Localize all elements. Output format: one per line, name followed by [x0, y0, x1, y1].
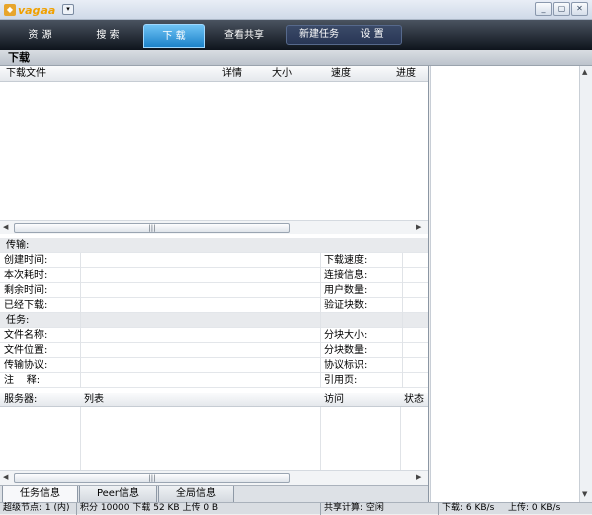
elapsed-label: 本次耗时: [4, 270, 48, 281]
info-divider [80, 253, 81, 388]
tab-download[interactable]: 下 载 [143, 24, 205, 48]
scroll-thumb[interactable]: ||| [14, 223, 290, 233]
title-bar: ◆ vagaa ▾ _ ▢ ✕ [0, 0, 592, 20]
points-status: 积分 10000 下载 52 KB 上传 0 B [80, 503, 219, 513]
task-group-row: 任务: [0, 313, 428, 328]
task-group-label: 任务: [6, 315, 30, 326]
server-list-header: 服务器: 列表 访问 状态 [0, 393, 428, 407]
block-size-label: 分块大小: [324, 330, 368, 341]
transfer-group-label: 传输: [6, 240, 30, 251]
protocol-label: 传输协议: [4, 360, 48, 371]
scroll-left-icon[interactable]: ◀ [3, 223, 8, 231]
col-access[interactable]: 访问 [324, 393, 344, 407]
file-name-label: 文件名称: [4, 330, 48, 341]
col-server[interactable]: 服务器: [4, 393, 37, 407]
transfer-group-row: 传输: [0, 238, 428, 253]
super-nodes-status: 超级节点: 1 (内) [3, 503, 70, 513]
verified-label: 验证块数: [324, 300, 368, 311]
main-menu-button[interactable]: ▾ [62, 4, 74, 15]
scroll-up-icon[interactable]: ▲ [582, 68, 587, 76]
col-file[interactable]: 下载文件 [6, 66, 46, 82]
col-status[interactable]: 状态 [404, 393, 424, 407]
scroll-right-icon[interactable]: ▶ [416, 223, 421, 231]
server-divider [400, 407, 401, 470]
status-divider [320, 503, 321, 515]
server-divider [80, 407, 81, 470]
scroll-left-icon[interactable]: ◀ [3, 473, 8, 481]
tab-search[interactable]: 搜 索 [84, 24, 132, 48]
share-status: 共享计算: 空闲 [324, 503, 384, 513]
col-detail[interactable]: 详情 [222, 66, 242, 82]
status-divider [438, 503, 439, 515]
protocol-id-label: 协议标识: [324, 360, 368, 371]
tab-view-share[interactable]: 查看共享 [212, 24, 276, 48]
col-list[interactable]: 列表 [84, 393, 104, 407]
app-logo: ◆ vagaa [4, 2, 55, 18]
close-button[interactable]: ✕ [571, 2, 588, 16]
downloaded-label: 已经下载: [4, 300, 48, 311]
vagaa-logo-icon: ◆ [4, 4, 16, 16]
dl-speed-label: 下载速度: [324, 255, 368, 266]
created-label: 创建时间: [4, 255, 48, 266]
info-divider [320, 253, 321, 388]
note-label: 注 释: [4, 375, 41, 386]
file-location-label: 文件位置: [4, 345, 48, 356]
main-toolbar: 资 源 搜 索 下 载 查看共享 新建任务 设 置 [0, 20, 592, 50]
download-hscroll[interactable]: ◀ ||| ▶ [0, 220, 428, 234]
server-list[interactable] [0, 407, 428, 470]
download-list-header: 下载文件 详情 大小 速度 进度 [0, 66, 428, 82]
tab-global-info[interactable]: 全局信息 [158, 486, 234, 503]
section-title: 下载 [0, 50, 592, 66]
logo-text: vagaa [18, 3, 56, 17]
connection-label: 连接信息: [324, 270, 368, 281]
info-divider [402, 253, 403, 388]
task-info-panel: 传输: 创建时间: 下载速度: 本次耗时: 连接信息: 剩余时间: 用户数量: 已经下… [0, 238, 428, 405]
download-list[interactable] [0, 82, 428, 220]
side-panel [430, 66, 579, 502]
status-divider [76, 503, 77, 515]
new-task-button[interactable]: 新建任务 [292, 25, 346, 45]
scroll-thumb[interactable]: ||| [14, 473, 290, 483]
restore-button[interactable]: ▢ [553, 2, 570, 16]
minimize-button[interactable]: _ [535, 2, 552, 16]
scroll-down-icon[interactable]: ▼ [582, 490, 587, 498]
col-speed[interactable]: 速度 [331, 66, 351, 82]
tab-task-info[interactable]: 任务信息 [2, 486, 78, 503]
referer-label: 引用页: [324, 375, 358, 386]
side-vscroll[interactable]: ▲ ▼ [579, 66, 592, 502]
server-divider [320, 407, 321, 470]
tab-resources[interactable]: 资 源 [16, 24, 64, 48]
scroll-right-icon[interactable]: ▶ [416, 473, 421, 481]
tab-peer-info[interactable]: Peer信息 [79, 486, 157, 503]
download-speed-status: 下载: 6 KB/s [442, 503, 495, 513]
bottom-tab-bar: 任务信息 Peer信息 全局信息 [0, 485, 428, 503]
upload-speed-status: 上传: 0 KB/s [508, 503, 561, 513]
users-label: 用户数量: [324, 285, 368, 296]
block-count-label: 分块数量: [324, 345, 368, 356]
download-pane: 下载文件 详情 大小 速度 进度 ◀ ||| ▶ 传输: 创建时间: 下载速度: … [0, 66, 429, 503]
status-bar: 超级节点: 1 (内) 积分 10000 下载 52 KB 上传 0 B 共享计… [0, 502, 592, 515]
server-hscroll[interactable]: ◀ ||| ▶ [0, 470, 428, 485]
col-progress[interactable]: 进度 [396, 66, 416, 82]
settings-button[interactable]: 设 置 [350, 25, 394, 45]
col-size[interactable]: 大小 [272, 66, 292, 82]
remaining-label: 剩余时间: [4, 285, 48, 296]
